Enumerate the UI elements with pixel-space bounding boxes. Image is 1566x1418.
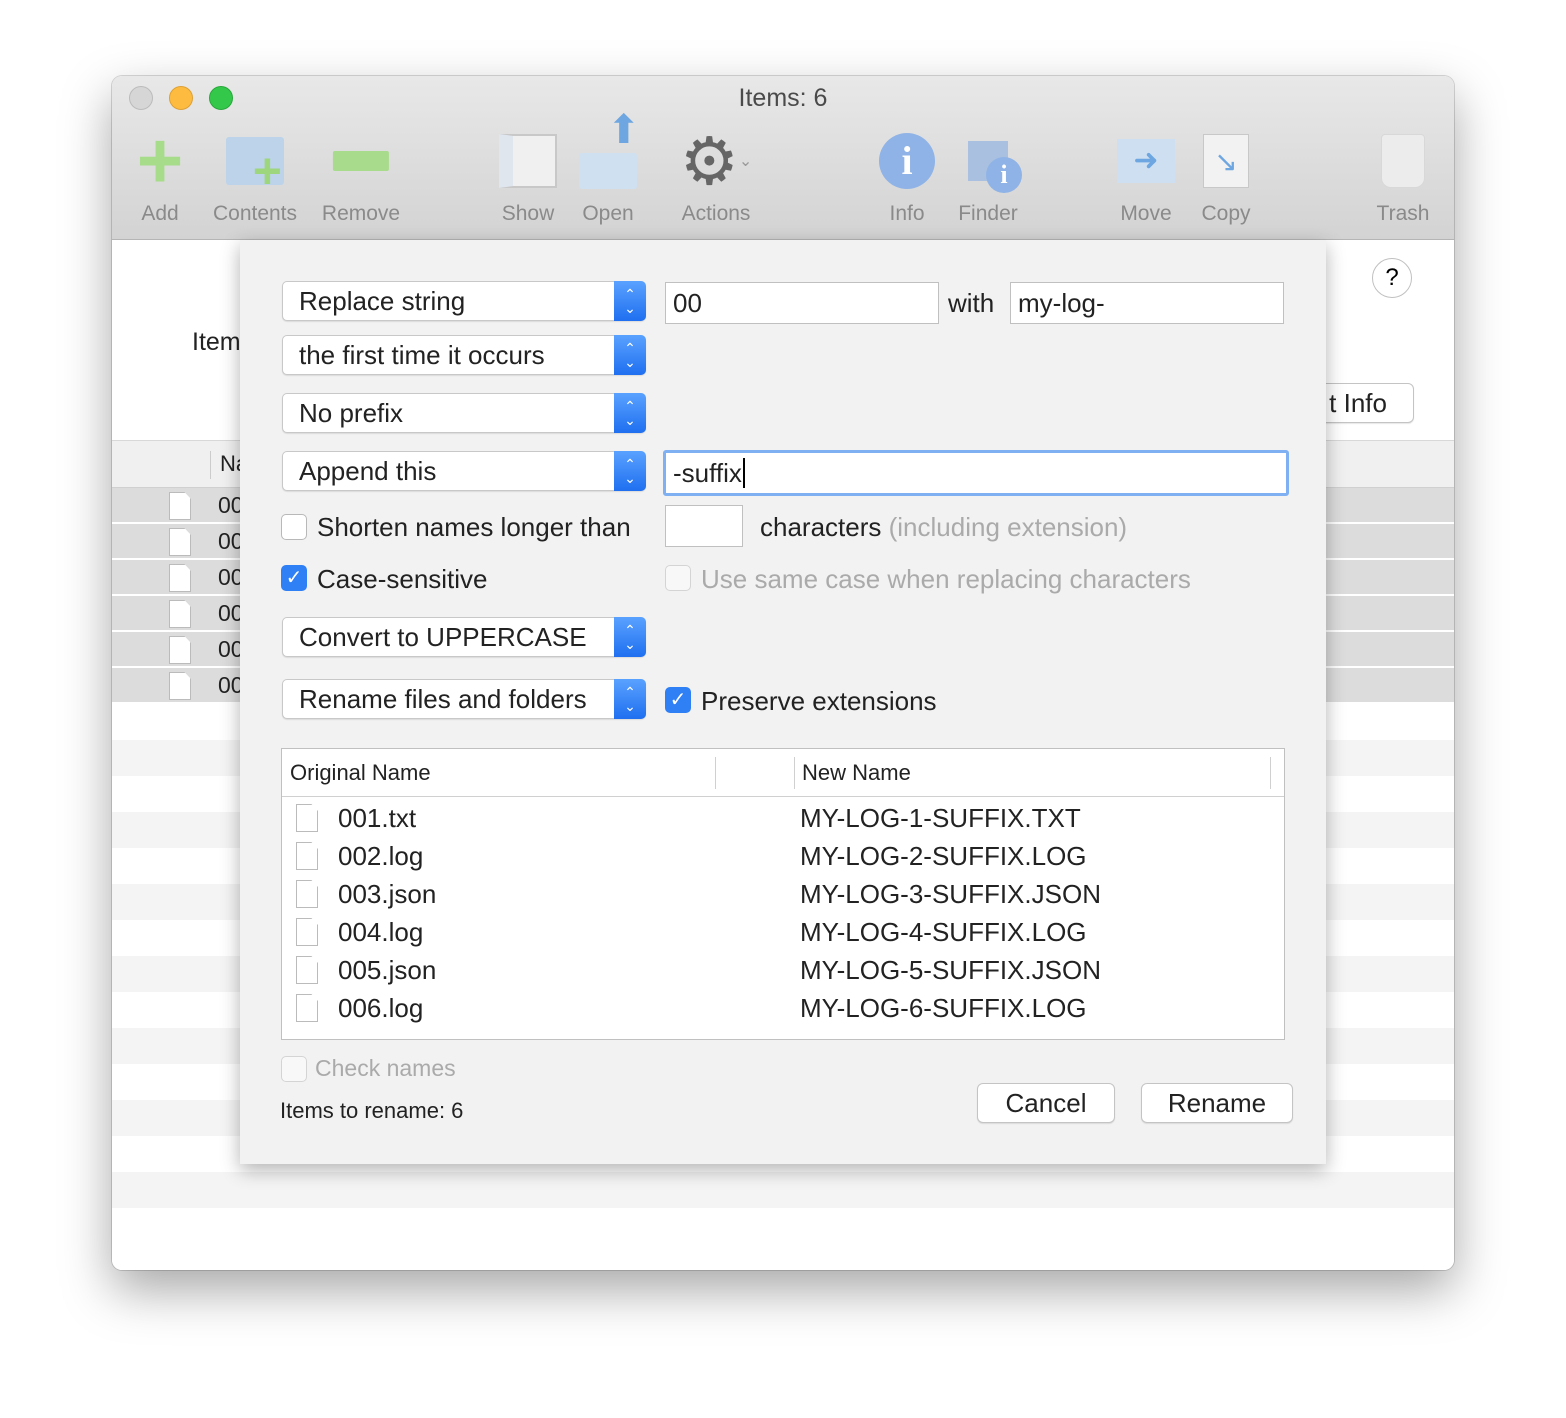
chevron-updown-icon: ⌃ ⌄ xyxy=(614,451,646,491)
window-title: Items: 6 xyxy=(738,84,828,112)
actions-button[interactable]: ⚙ ⌄ Actions xyxy=(679,123,753,226)
preserve-extensions-checkbox[interactable]: ✓ xyxy=(665,687,691,713)
same-case-label: Use same case when replacing characters xyxy=(701,564,1191,594)
check-names-checkbox[interactable] xyxy=(281,1056,307,1082)
add-button[interactable]: + Add xyxy=(130,116,190,226)
open-folder-icon: ⬆ xyxy=(578,108,641,192)
table-row[interactable]: 001.txt MY-LOG-1-SUFFIX.TXT xyxy=(282,801,1284,839)
new-name: MY-LOG-6-SUFFIX.LOG xyxy=(800,993,1087,1023)
original-name: 004.log xyxy=(338,917,424,947)
toolbar: Items: 6 + Add + Contents Remove Show ⬆ Ope… xyxy=(112,76,1454,240)
window-icon xyxy=(498,130,558,192)
original-name: 001.txt xyxy=(338,803,417,833)
folder-add-icon: + xyxy=(225,130,285,196)
new-name: MY-LOG-5-SUFFIX.JSON xyxy=(800,955,1101,985)
new-name-header[interactable]: New Name xyxy=(794,749,911,797)
original-name: 003.json xyxy=(338,879,437,909)
shorten-checkbox[interactable] xyxy=(281,514,307,540)
file-icon xyxy=(296,994,318,1022)
chevron-updown-icon: ⌃ ⌄ xyxy=(614,679,646,719)
help-button[interactable]: ? xyxy=(1372,258,1412,298)
preserve-extensions-label: Preserve extensions xyxy=(701,686,937,716)
copy-icon: ↘ xyxy=(1196,130,1256,192)
table-row[interactable]: 005.json MY-LOG-5-SUFFIX.JSON xyxy=(282,953,1284,991)
chevron-updown-icon: ⌃ ⌄ xyxy=(614,393,646,433)
items-to-rename: Items to rename: 6 xyxy=(280,1098,464,1123)
list-row[interactable] xyxy=(112,1208,1454,1244)
cancel-button[interactable]: Cancel xyxy=(977,1083,1115,1123)
with-label: with xyxy=(948,288,995,318)
plus-icon: + xyxy=(136,116,184,205)
contents-button[interactable]: + Contents xyxy=(213,130,297,226)
check-names-label: Check names xyxy=(315,1055,456,1081)
file-icon xyxy=(169,672,191,700)
finder-info-icon: i xyxy=(958,130,1022,193)
original-name: 006.log xyxy=(338,993,424,1023)
suffix-popup[interactable]: Append this ⌃ ⌄ xyxy=(282,451,646,491)
minus-icon xyxy=(331,130,391,192)
case-conversion-popup[interactable]: Convert to UPPERCASE ⌃ ⌄ xyxy=(282,617,646,657)
gear-icon: ⚙ ⌄ xyxy=(679,123,753,198)
shorten-label: Shorten names longer than xyxy=(317,512,631,542)
list-row[interactable] xyxy=(112,1172,1454,1208)
file-icon xyxy=(169,636,191,664)
prefix-popup[interactable]: No prefix ⌃ ⌄ xyxy=(282,393,646,433)
find-field[interactable]: 00 xyxy=(665,282,939,324)
move-icon: ➜ xyxy=(1116,130,1176,192)
info-icon: i xyxy=(877,130,937,192)
mode-popup[interactable]: Replace string ⌃ ⌄ xyxy=(282,281,646,321)
suffix-field[interactable]: -suffix xyxy=(663,450,1289,496)
table-row[interactable]: 003.json MY-LOG-3-SUFFIX.JSON xyxy=(282,877,1284,915)
remove-button[interactable]: Remove xyxy=(322,130,400,226)
file-icon xyxy=(296,956,318,984)
trash-icon xyxy=(1373,130,1433,192)
occurrence-popup[interactable]: the first time it occurs ⌃ ⌄ xyxy=(282,335,646,375)
open-button[interactable]: ⬆ Open xyxy=(578,108,641,226)
show-button[interactable]: Show xyxy=(498,130,558,226)
copy-button[interactable]: ↘ Copy xyxy=(1196,130,1256,226)
new-name: MY-LOG-2-SUFFIX.LOG xyxy=(800,841,1087,871)
characters-note: (including extension) xyxy=(888,512,1128,542)
replace-field[interactable]: my-log- xyxy=(1010,282,1284,324)
original-name: 005.json xyxy=(338,955,437,985)
chevron-updown-icon: ⌃ ⌄ xyxy=(614,617,646,657)
finder-button[interactable]: i Finder xyxy=(958,130,1022,226)
chevron-updown-icon: ⌃ ⌄ xyxy=(614,281,646,321)
file-icon xyxy=(296,918,318,946)
file-icon xyxy=(169,564,191,592)
info-button[interactable]: i Info xyxy=(877,130,937,226)
original-name: 002.log xyxy=(338,841,424,871)
same-case-checkbox[interactable] xyxy=(665,565,691,591)
chevron-down-icon: ⌄ xyxy=(738,153,753,170)
new-name: MY-LOG-3-SUFFIX.JSON xyxy=(800,879,1101,909)
chevron-updown-icon: ⌃ ⌄ xyxy=(614,335,646,375)
rename-button[interactable]: Rename xyxy=(1141,1083,1293,1123)
file-icon xyxy=(296,880,318,908)
file-icon xyxy=(169,492,191,520)
new-name: MY-LOG-4-SUFFIX.LOG xyxy=(800,917,1087,947)
case-sensitive-checkbox[interactable]: ✓ xyxy=(281,565,307,591)
characters-label: characters xyxy=(760,512,882,542)
shorten-length-field[interactable] xyxy=(665,505,743,547)
target-popup[interactable]: Rename files and folders ⌃ ⌄ xyxy=(282,679,646,719)
table-row[interactable]: 002.log MY-LOG-2-SUFFIX.LOG xyxy=(282,839,1284,877)
move-button[interactable]: ➜ Move xyxy=(1116,130,1176,226)
table-row[interactable]: 006.log MY-LOG-6-SUFFIX.LOG xyxy=(282,991,1284,1029)
file-icon xyxy=(169,528,191,556)
file-icon xyxy=(296,842,318,870)
trash-button[interactable]: Trash xyxy=(1373,130,1433,226)
file-icon xyxy=(296,804,318,832)
original-name-header[interactable]: Original Name xyxy=(282,749,431,797)
new-name: MY-LOG-1-SUFFIX.TXT xyxy=(800,803,1081,833)
items-label: Item xyxy=(192,328,241,356)
case-sensitive-label: Case-sensitive xyxy=(317,564,488,594)
rename-sheet: Replace string ⌃ ⌄ 00 with my-log- the fir… xyxy=(240,240,1326,1164)
preview-table: Original Name New Name 001.txt MY-LOG-1-S… xyxy=(281,748,1285,1040)
table-row[interactable]: 004.log MY-LOG-4-SUFFIX.LOG xyxy=(282,915,1284,953)
file-icon xyxy=(169,600,191,628)
